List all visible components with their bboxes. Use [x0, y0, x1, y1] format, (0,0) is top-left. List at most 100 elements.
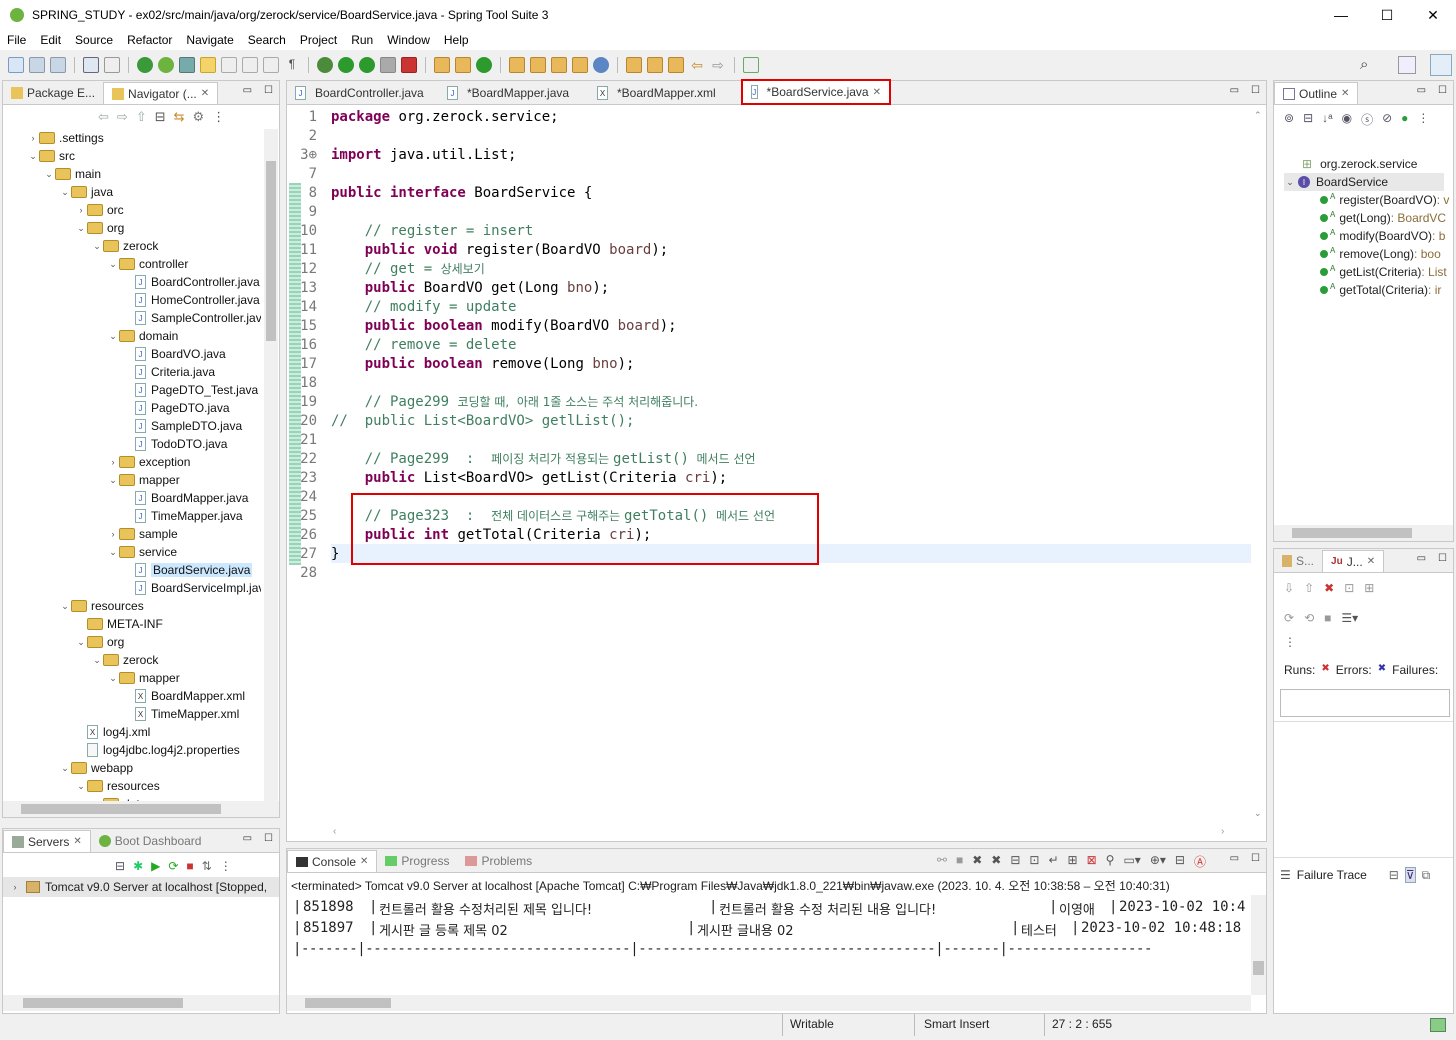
new-class-icon[interactable]	[476, 57, 492, 73]
tree-item[interactable]: J SampleController.java	[123, 309, 261, 327]
close-button[interactable]: ✕	[1410, 0, 1456, 30]
tree-item[interactable]: J TodoDTO.java	[123, 435, 227, 453]
start-server-icon[interactable]: ▶	[151, 859, 160, 873]
minimize-icon[interactable]: ▭	[1230, 85, 1239, 96]
expand-toggle-icon[interactable]: ⌄	[107, 547, 119, 558]
save-icon[interactable]	[29, 57, 45, 73]
terminate-icon[interactable]: ■	[956, 853, 963, 870]
show-stderr-icon[interactable]: ⊠	[1087, 853, 1097, 870]
tree-item[interactable]: J HomeController.java	[123, 291, 260, 309]
open-resource-icon[interactable]	[530, 57, 546, 73]
next-failure-icon[interactable]: ⇩	[1284, 581, 1294, 595]
spring-starter-icon[interactable]	[158, 57, 174, 73]
tree-item[interactable]: META-INF	[75, 615, 163, 633]
forward-icon[interactable]: ⇨	[117, 109, 128, 125]
console-horizontal-scrollbar[interactable]	[287, 995, 1251, 1011]
tab-boot-dashboard[interactable]: Boot Dashboard	[91, 830, 210, 852]
maximize-icon[interactable]: ☐	[1438, 553, 1447, 564]
tree-item[interactable]: J PageDTO.java	[123, 399, 230, 417]
outline-item[interactable]: Amodify(BoardVO) : b	[1320, 227, 1445, 245]
tree-item[interactable]: ⌄ mapper	[107, 471, 179, 489]
collapse-toggle-icon[interactable]: ⌄	[1284, 177, 1296, 188]
close-tab-icon[interactable]: ✕	[873, 87, 881, 98]
maximize-button[interactable]: ☐	[1364, 0, 1410, 30]
tree-item[interactable]: ⌄ org	[75, 219, 124, 237]
horizontal-scrollbar[interactable]	[3, 995, 279, 1011]
expand-toggle-icon[interactable]: ⌄	[107, 331, 119, 342]
remove-all-icon[interactable]: ✖	[991, 853, 1001, 870]
tree-item[interactable]: J BoardService.java	[123, 561, 253, 579]
code-line[interactable]: 7	[287, 165, 1233, 184]
editor-horizontal-scrollbar[interactable]: ‹ ›	[327, 826, 1251, 840]
save-all-icon[interactable]	[50, 57, 66, 73]
code-line[interactable]: 21	[287, 431, 1233, 450]
menu-project[interactable]: Project	[293, 33, 344, 47]
tree-item[interactable]: J BoardMapper.java	[123, 489, 248, 507]
scrollbar-thumb[interactable]	[1292, 528, 1412, 538]
collapse-all-icon[interactable]: ⊟	[155, 109, 166, 125]
tree-item[interactable]: ⌄ main	[43, 165, 101, 183]
back-icon[interactable]: ⇦	[689, 57, 705, 73]
outline-item[interactable]: AgetTotal(Criteria) : ir	[1320, 281, 1441, 299]
focus-icon[interactable]: ⊚	[1284, 111, 1294, 128]
horizontal-scrollbar[interactable]	[1274, 525, 1453, 541]
disconnect-icon[interactable]: ⚯	[937, 853, 947, 870]
menu-navigate[interactable]: Navigate	[179, 33, 240, 47]
tree-item[interactable]: ⌄ java	[59, 183, 113, 201]
minimize-icon[interactable]: ▭	[243, 833, 252, 844]
editor-vertical-scrollbar[interactable]: ⌃ ⌄	[1251, 108, 1266, 826]
scroll-lock-icon[interactable]: ⊡	[1344, 581, 1354, 595]
show-stdout-icon[interactable]: ⊞	[1068, 853, 1078, 870]
close-tab-icon[interactable]: ✕	[1367, 556, 1375, 567]
stop-icon[interactable]: ■	[1324, 611, 1331, 625]
tree-item[interactable]: ⌄ zerock	[91, 237, 158, 255]
maximize-icon[interactable]: ☐	[264, 833, 273, 844]
code-line[interactable]: 12 // get = 상세보기	[287, 260, 1233, 279]
mark-occurrences-icon[interactable]	[200, 57, 216, 73]
filter-stack-icon[interactable]: ⊽	[1404, 867, 1416, 883]
view-menu-icon[interactable]: ⋮	[220, 859, 232, 873]
tree-item[interactable]: Xlog4j.xml	[75, 723, 150, 741]
profile-server-icon[interactable]: ⟳	[168, 859, 178, 873]
minimize-icon[interactable]: ▭	[1230, 853, 1239, 864]
expand-toggle-icon[interactable]: ⌄	[107, 673, 119, 684]
expand-toggle-icon[interactable]: ›	[107, 457, 119, 467]
spring-perspective-icon[interactable]	[1430, 54, 1452, 76]
insert-mode-status[interactable]: Smart Insert	[924, 1017, 989, 1031]
scroll-left-icon[interactable]: ‹	[333, 826, 336, 837]
rerun-failed-icon[interactable]: ⟲	[1304, 611, 1314, 625]
outline-item[interactable]: Aget(Long) : BoardVC	[1320, 209, 1446, 227]
outline-item[interactable]: ⊞ org.zerock.service	[1302, 155, 1417, 173]
previous-failure-icon[interactable]: ⇧	[1304, 581, 1314, 595]
copy-trace-icon[interactable]: ⧉	[1422, 868, 1431, 883]
expand-toggle-icon[interactable]: ⌄	[59, 187, 71, 198]
console-vertical-scrollbar[interactable]	[1251, 895, 1266, 995]
hide-fields-icon[interactable]: ◉	[1342, 111, 1352, 128]
console-output[interactable]: | 851898 | 컨트롤러 활용 수정처리된 제목 입니다! | 컨트롤러 활용 수정…	[293, 899, 1247, 991]
display-console-icon[interactable]: ▭▾	[1123, 853, 1140, 870]
tree-item[interactable]: X TimeMapper.xml	[123, 705, 239, 723]
tree-item[interactable]: J Criteria.java	[123, 363, 215, 381]
tree-item[interactable]: log4jdbc.log4j2.properties	[75, 741, 240, 759]
next-annotation-icon[interactable]	[626, 57, 642, 73]
tree-item[interactable]: J SampleDTO.java	[123, 417, 242, 435]
coverage-icon[interactable]	[401, 57, 417, 73]
minimize-button[interactable]: —	[1318, 0, 1364, 30]
scroll-up-icon[interactable]: ⌃	[1254, 110, 1262, 121]
word-wrap-icon[interactable]: ↵	[1048, 853, 1058, 870]
code-line[interactable]: 19 // Page299 코딩할 때, 아래 1줄 소스는 주석 처리해줍니다…	[287, 393, 1233, 412]
tree-item[interactable]: › exception	[107, 453, 191, 471]
maximize-icon[interactable]: ☐	[1251, 85, 1260, 96]
expand-toggle-icon[interactable]: ⌄	[91, 241, 103, 252]
expand-toggle-icon[interactable]: ⌄	[27, 151, 39, 162]
tree-item[interactable]: ⌄ mapper	[107, 669, 179, 687]
hide-static-icon[interactable]: ⓢ	[1361, 111, 1373, 128]
debug-server-icon[interactable]: ✱	[133, 859, 143, 873]
code-line[interactable]: 9	[287, 203, 1233, 222]
expand-toggle-icon[interactable]: ⌄	[91, 655, 103, 666]
tree-item[interactable]: ⌄ domain	[107, 327, 178, 345]
horizontal-scrollbar[interactable]	[3, 801, 279, 817]
menu-refactor[interactable]: Refactor	[120, 33, 179, 47]
expand-toggle-icon[interactable]: ›	[27, 133, 39, 143]
menu-file[interactable]: File	[0, 33, 33, 47]
